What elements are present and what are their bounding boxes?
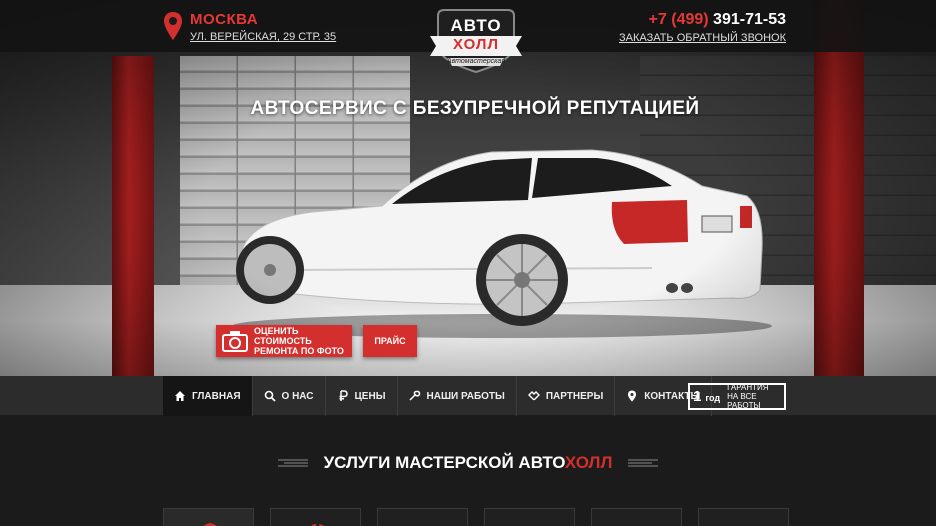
services-section: Услуги мастерской автохолл <box>0 416 936 526</box>
warranty-number: 1 <box>693 388 702 405</box>
phone-code: +7 (499) <box>648 11 709 28</box>
location-icon <box>628 390 637 402</box>
phone-digits: 391-71-53 <box>713 11 786 28</box>
services-title-highlight: холл <box>564 453 613 472</box>
camera-icon <box>222 331 248 352</box>
service-cards <box>163 508 789 526</box>
callback-link[interactable]: Заказать обратный звонок <box>619 32 786 44</box>
nav-item-works[interactable]: Наши работы <box>398 376 517 416</box>
services-title-prefix: Услуги мастерской авто <box>323 453 565 472</box>
warranty-badge: 1 год гарантия на все работы <box>688 383 786 410</box>
estimate-button-line1: Оценить стоимость <box>254 326 312 346</box>
ruble-icon <box>339 390 348 401</box>
logo-tagline: Автомастерская <box>446 58 506 65</box>
contact-block: +7 (499) 391-71-53 Заказать обратный зво… <box>619 11 786 44</box>
warranty-line1: гарантия <box>727 383 769 392</box>
nav-item-prices[interactable]: Цены <box>326 376 398 416</box>
map-pin-icon <box>164 12 182 40</box>
services-title: Услуги мастерской автохолл <box>0 453 936 473</box>
main-nav: Главная О нас Цены Наши работы Партнеры … <box>0 376 936 416</box>
gear-icon <box>309 524 325 526</box>
service-card[interactable] <box>163 508 254 526</box>
home-icon <box>175 391 185 401</box>
warranty-line2: на все работы <box>727 392 761 410</box>
logo-line2: ХОЛЛ <box>453 36 499 53</box>
nav-label-partners: Партнеры <box>545 390 604 402</box>
site-logo[interactable]: АВТО ХОЛЛ Автомастерская <box>430 6 522 78</box>
wrench-icon <box>408 390 420 401</box>
nav-label-prices: Цены <box>354 390 386 402</box>
title-decor-right-icon <box>628 459 659 467</box>
service-card[interactable] <box>591 508 682 526</box>
nav-item-about[interactable]: О нас <box>253 376 326 416</box>
service-card[interactable] <box>377 508 468 526</box>
service-card[interactable] <box>484 508 575 526</box>
search-icon <box>264 390 276 402</box>
city-name: Москва <box>190 11 259 28</box>
phone-number[interactable]: +7 (499) 391-71-53 <box>619 11 786 29</box>
nav-label-about: О нас <box>281 390 314 402</box>
handshake-icon <box>527 391 540 401</box>
price-list-button[interactable]: Прайс <box>363 325 417 357</box>
service-card[interactable] <box>698 508 789 526</box>
service-card[interactable] <box>270 508 361 526</box>
location-block: Москва ул. Верейская, 29 стр. 35 <box>164 12 336 43</box>
address-link[interactable]: ул. Верейская, 29 стр. 35 <box>190 31 336 43</box>
nav-label-works: Наши работы <box>426 390 505 402</box>
estimate-button-line2: ремонта по фото <box>254 346 344 356</box>
estimate-by-photo-button[interactable]: Оценить стоимость ремонта по фото <box>216 325 352 357</box>
nav-item-home[interactable]: Главная <box>163 376 253 416</box>
hero-headline: Автосервис с безупречной репутацией <box>250 98 700 119</box>
logo-line1: АВТО <box>450 16 502 35</box>
service-icon <box>203 523 217 526</box>
nav-item-partners[interactable]: Партнеры <box>517 376 616 416</box>
warranty-unit: год <box>705 393 721 403</box>
nav-label-home: Главная <box>192 390 241 402</box>
title-decor-left-icon <box>277 459 308 467</box>
